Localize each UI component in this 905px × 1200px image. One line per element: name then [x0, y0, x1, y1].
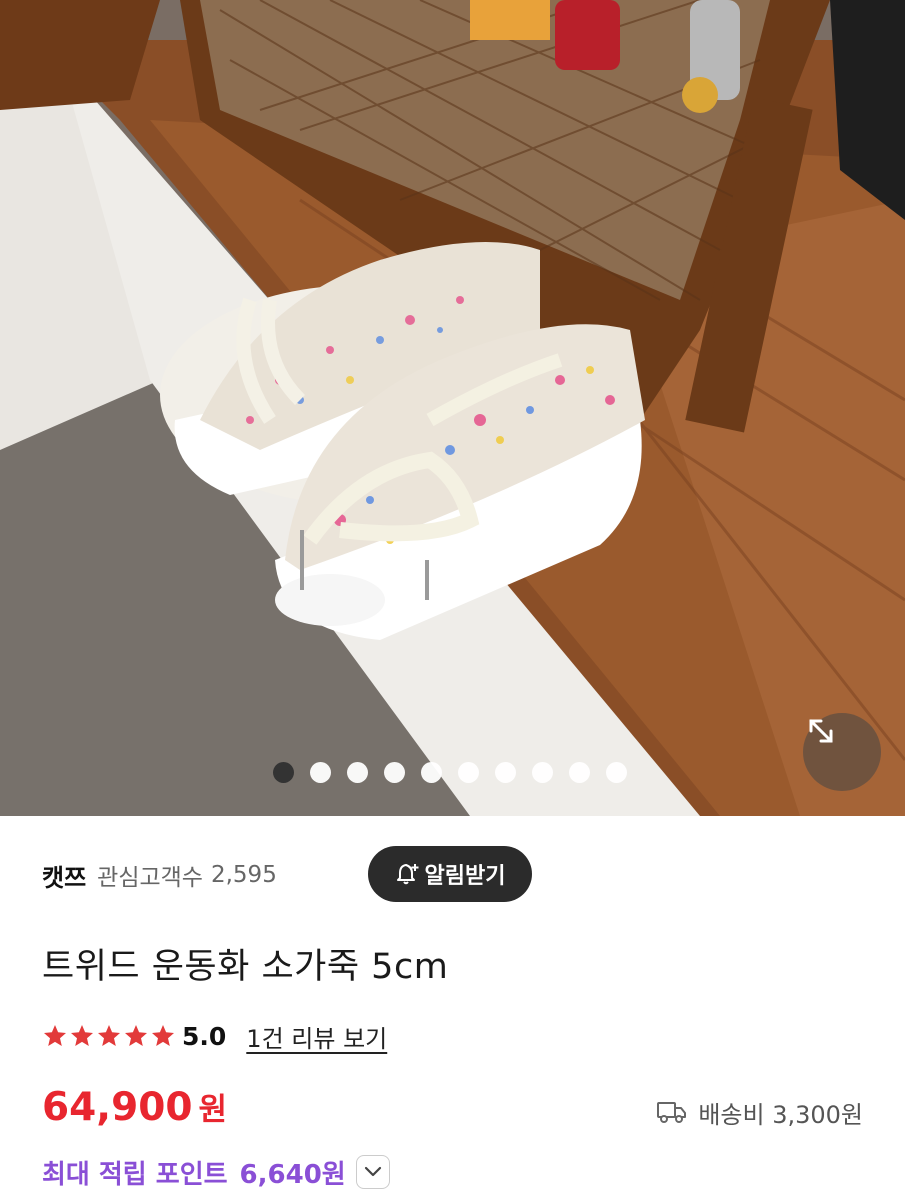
expand-image-button[interactable]: [803, 713, 881, 791]
price-unit: 원: [198, 1092, 228, 1128]
shipping-label: 배송비 3,300원: [698, 1100, 863, 1129]
points-label: 최대 적립 포인트: [42, 1159, 228, 1190]
points-row: 최대 적립 포인트 6,640원: [42, 1152, 390, 1192]
carousel-dot[interactable]: [347, 761, 368, 783]
star-icon: [152, 1025, 174, 1046]
subscribe-alarm-button[interactable]: 알림받기: [368, 846, 532, 902]
points-value: 6,640원: [239, 1159, 346, 1190]
carousel-dot[interactable]: [458, 761, 479, 783]
carousel-dot[interactable]: [606, 761, 627, 783]
product-title: 트위드 운동화 소가죽 5cm: [42, 947, 449, 987]
price-value: 64,900: [42, 1085, 193, 1130]
rating-stars: [42, 1023, 176, 1049]
review-link[interactable]: 1건 리뷰 보기: [246, 1019, 387, 1054]
rating-value: 5.0: [182, 1021, 227, 1051]
carousel-indicators: [273, 761, 627, 783]
truck-icon: [657, 1102, 687, 1123]
carousel-dot[interactable]: [384, 761, 405, 783]
carousel-dot[interactable]: [310, 761, 331, 783]
carousel-dot[interactable]: [273, 761, 294, 783]
price-row: 64,900 원: [42, 1084, 227, 1140]
star-icon: [125, 1025, 147, 1046]
star-icon: [44, 1025, 66, 1046]
carousel-dot[interactable]: [569, 761, 590, 783]
store-row: 캣쯔 관심고객수 2,595 알림받기: [42, 846, 532, 904]
carousel-dot[interactable]: [495, 761, 516, 783]
product-photo-illustration: [0, 0, 905, 816]
star-icon: [71, 1025, 93, 1046]
follower-label: 관심고객수: [97, 865, 203, 891]
shipping-fee: 배송비 3,300원: [656, 1092, 863, 1132]
store-name[interactable]: 캣쯔: [42, 858, 86, 893]
expand-arrows-icon: [809, 719, 833, 743]
carousel-dot[interactable]: [421, 761, 442, 783]
chevron-down-icon: [364, 1166, 381, 1177]
star-icon: [98, 1025, 120, 1046]
points-toggle-button[interactable]: [355, 1155, 390, 1189]
carousel-dot[interactable]: [532, 761, 553, 783]
rating-row: 5.0 1건 리뷰 보기: [42, 1014, 387, 1058]
subscribe-alarm-label: 알림받기: [424, 864, 506, 889]
bell-plus-icon: [396, 864, 419, 885]
follower-count: 2,595: [210, 862, 277, 888]
product-image[interactable]: [0, 0, 905, 816]
